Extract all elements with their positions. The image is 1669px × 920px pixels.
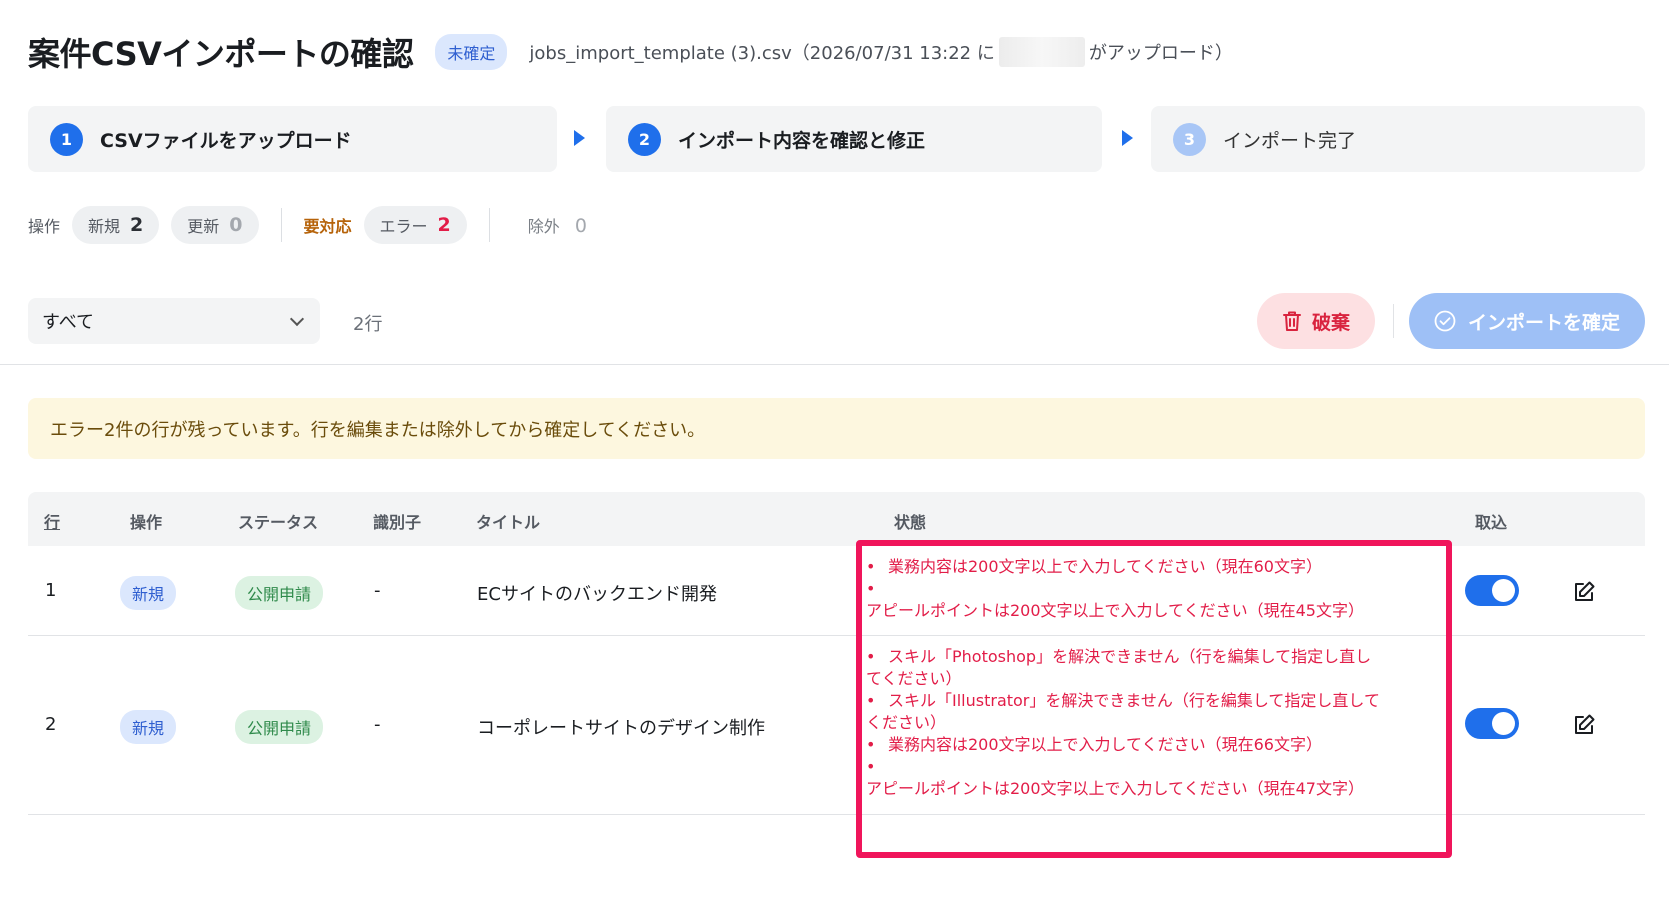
attention-label: 要対応 [303, 217, 352, 236]
divider [1393, 304, 1394, 338]
step-arrow-icon [574, 130, 585, 146]
count-new[interactable]: 新規 2 [72, 206, 160, 244]
upload-info-prefix: jobs_import_template (3).csv（2026/07/31 … [529, 43, 995, 64]
divider [488, 208, 490, 242]
highlight-annotation [856, 540, 1452, 858]
step-label: インポート内容を確認と修正 [678, 129, 926, 152]
summary-counts: 操作 新規 2 更新 0 要対応 エラー 2 除外 0 [28, 206, 587, 244]
section-divider [0, 364, 1669, 365]
step-arrow-icon [1122, 130, 1133, 146]
count-new-label: 新規 [88, 217, 121, 236]
count-update-label: 更新 [187, 217, 220, 236]
count-excluded-label: 除外 [527, 217, 560, 236]
operation-label: 操作 [28, 217, 61, 236]
import-toggle[interactable] [1465, 708, 1519, 739]
filter-value: すべて [42, 312, 95, 333]
row-number: 1 [45, 580, 57, 601]
count-new-value: 2 [130, 214, 144, 236]
confirm-import-label: インポートを確定 [1467, 311, 1620, 334]
check-circle-icon [1434, 310, 1456, 332]
count-update[interactable]: 更新 0 [171, 206, 259, 244]
upload-info: jobs_import_template (3).csv（2026/07/31 … [529, 37, 1233, 67]
identifier: - [374, 580, 381, 601]
table-header: 行 操作 ステータス 識別子 タイトル 状態 取込 [28, 492, 1645, 546]
filter-select[interactable]: すべて [28, 298, 320, 344]
page-header: 案件CSVインポートの確認 未確定 jobs_import_template (… [28, 28, 1233, 76]
warning-alert: エラー2件の行が残っています。行を編集または除外してから確定してください。 [28, 398, 1645, 459]
discard-button[interactable]: 破棄 [1257, 293, 1375, 349]
step-complete: 3 インポート完了 [1151, 106, 1645, 172]
column-header-state: 状態 [894, 513, 927, 532]
count-error-label: エラー [379, 217, 428, 236]
column-header-operation: 操作 [130, 513, 163, 532]
discard-label: 破棄 [1311, 311, 1350, 334]
step-label: インポート完了 [1223, 129, 1357, 152]
edit-icon[interactable] [1572, 713, 1596, 737]
count-update-value: 0 [229, 214, 243, 236]
status-badge: 公開申請 [235, 576, 324, 610]
operation-badge: 新規 [120, 710, 177, 744]
job-title: ECサイトのバックエンド開発 [477, 584, 717, 605]
count-excluded-value: 0 [574, 215, 587, 237]
step-label: CSVファイルをアップロード [100, 129, 352, 152]
trash-icon [1282, 311, 1301, 331]
alert-message: エラー2件の行が残っています。行を編集または除外してから確定してください。 [50, 419, 706, 441]
job-title: コーポレートサイトのデザイン制作 [477, 718, 765, 739]
edit-icon[interactable] [1572, 580, 1596, 604]
divider [280, 208, 282, 242]
count-error[interactable]: エラー 2 [363, 206, 467, 244]
step-review: 2 インポート内容を確認と修正 [606, 106, 1102, 172]
count-excluded[interactable]: 除外 0 [528, 213, 587, 237]
count-error-value: 2 [437, 214, 451, 236]
column-header-title: タイトル [476, 513, 541, 532]
operation-badge: 新規 [120, 576, 177, 610]
step-number: 2 [628, 122, 661, 156]
identifier: - [374, 714, 381, 735]
column-header-identifier: 識別子 [373, 513, 422, 532]
step-number: 1 [50, 122, 83, 156]
page-title: 案件CSVインポートの確認 [28, 35, 414, 73]
column-header-row[interactable]: 行 [44, 509, 60, 533]
confirm-import-button[interactable]: インポートを確定 [1409, 293, 1645, 349]
column-header-import: 取込 [1475, 513, 1508, 532]
import-toggle[interactable] [1465, 575, 1519, 606]
step-upload: 1 CSVファイルをアップロード [28, 106, 557, 172]
row-count: 2行 [353, 314, 383, 335]
redacted-user-name [998, 37, 1085, 67]
column-header-status: ステータス [238, 513, 319, 532]
status-badge: 未確定 [435, 34, 508, 70]
status-badge: 公開申請 [235, 710, 324, 744]
chevron-down-icon [289, 311, 305, 327]
stepper: 1 CSVファイルをアップロード 2 インポート内容を確認と修正 3 インポート… [28, 106, 1645, 172]
upload-info-suffix: がアップロード） [1088, 43, 1233, 64]
row-number: 2 [45, 714, 57, 735]
step-number: 3 [1173, 122, 1206, 156]
